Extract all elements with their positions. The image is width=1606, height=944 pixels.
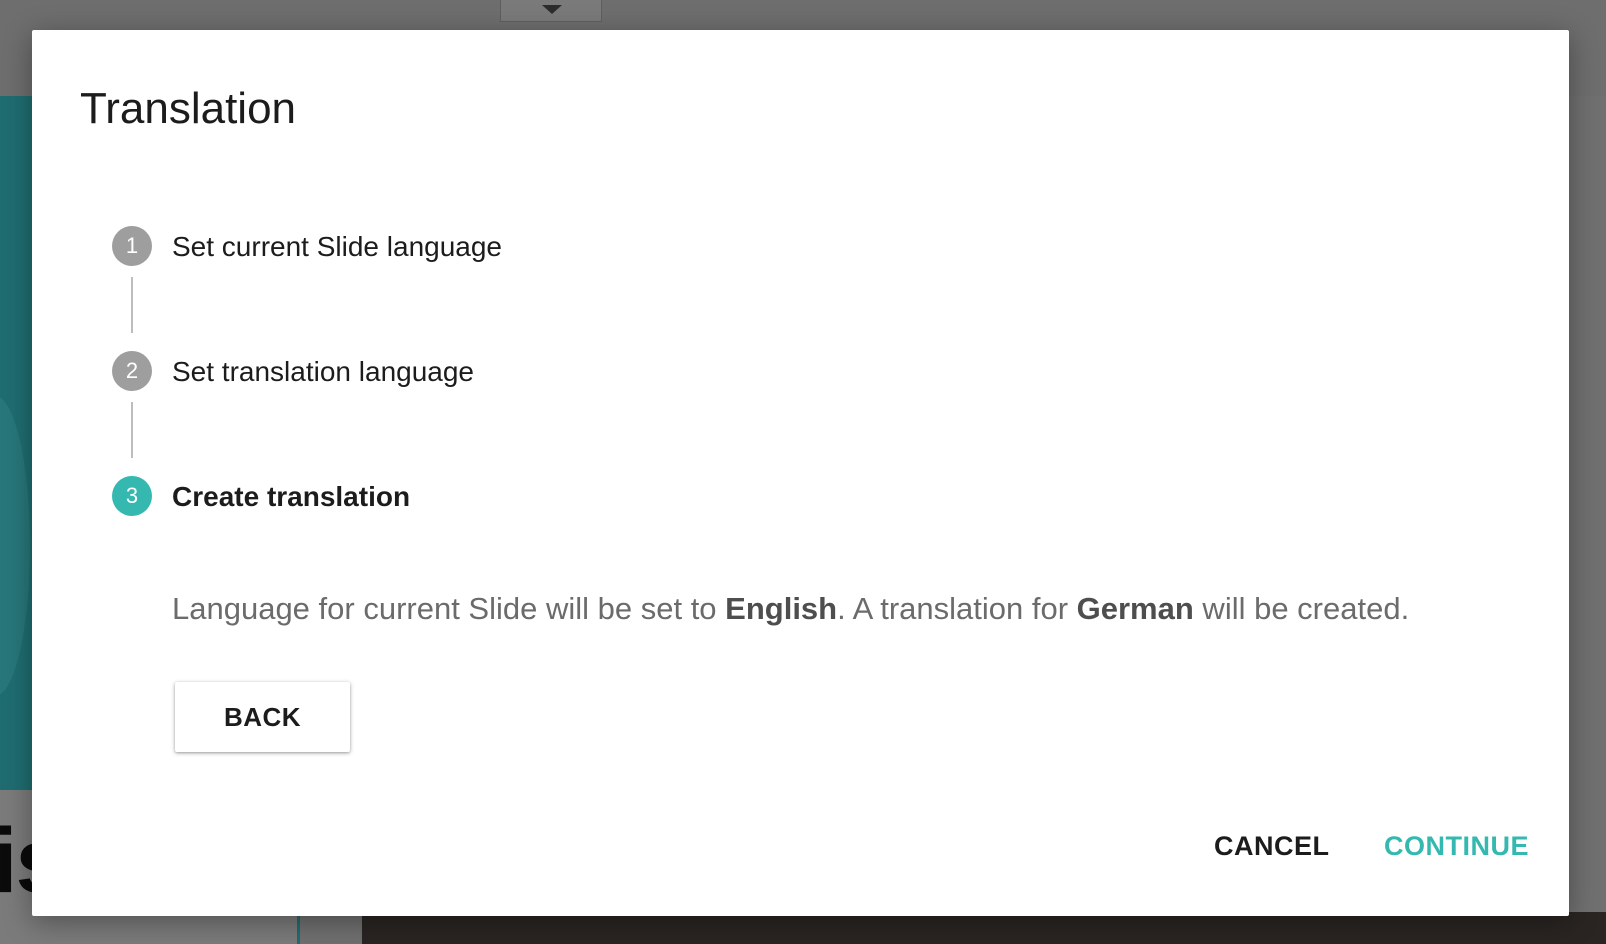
background-photo xyxy=(362,912,1606,944)
background-panel-toggle xyxy=(500,0,602,22)
step-set-current-language[interactable]: 1 Set current Slide language xyxy=(112,226,1512,268)
step-connector xyxy=(131,402,133,458)
step-connector xyxy=(131,277,133,333)
source-language: English xyxy=(725,591,838,626)
step-label: Set translation language xyxy=(172,356,474,387)
target-language: German xyxy=(1076,591,1194,626)
cancel-button[interactable]: CANCEL xyxy=(1204,822,1340,870)
step-create-translation: 3 Create translation xyxy=(112,476,1512,518)
caret-down-icon xyxy=(542,5,562,14)
message-prefix: Language for current Slide will be set t… xyxy=(172,591,726,626)
step-set-translation-language[interactable]: 2 Set translation language xyxy=(112,351,1512,393)
step-label: Set current Slide language xyxy=(172,231,502,262)
step-number-badge: 2 xyxy=(112,351,152,391)
message-suffix: will be created. xyxy=(1193,591,1410,626)
dialog-title: Translation xyxy=(80,84,297,133)
translation-dialog: Translation 1 Set current Slide language… xyxy=(32,30,1569,916)
continue-button[interactable]: CONTINUE xyxy=(1374,822,1539,870)
step-label: Create translation xyxy=(172,481,411,512)
step-number-badge: 3 xyxy=(112,476,152,516)
bg-teal-shape xyxy=(0,396,30,696)
back-button[interactable]: BACK xyxy=(175,682,350,752)
translation-summary-message: Language for current Slide will be set t… xyxy=(172,590,1409,628)
message-middle: . A translation for xyxy=(837,591,1077,626)
step-number-badge: 1 xyxy=(112,226,152,266)
